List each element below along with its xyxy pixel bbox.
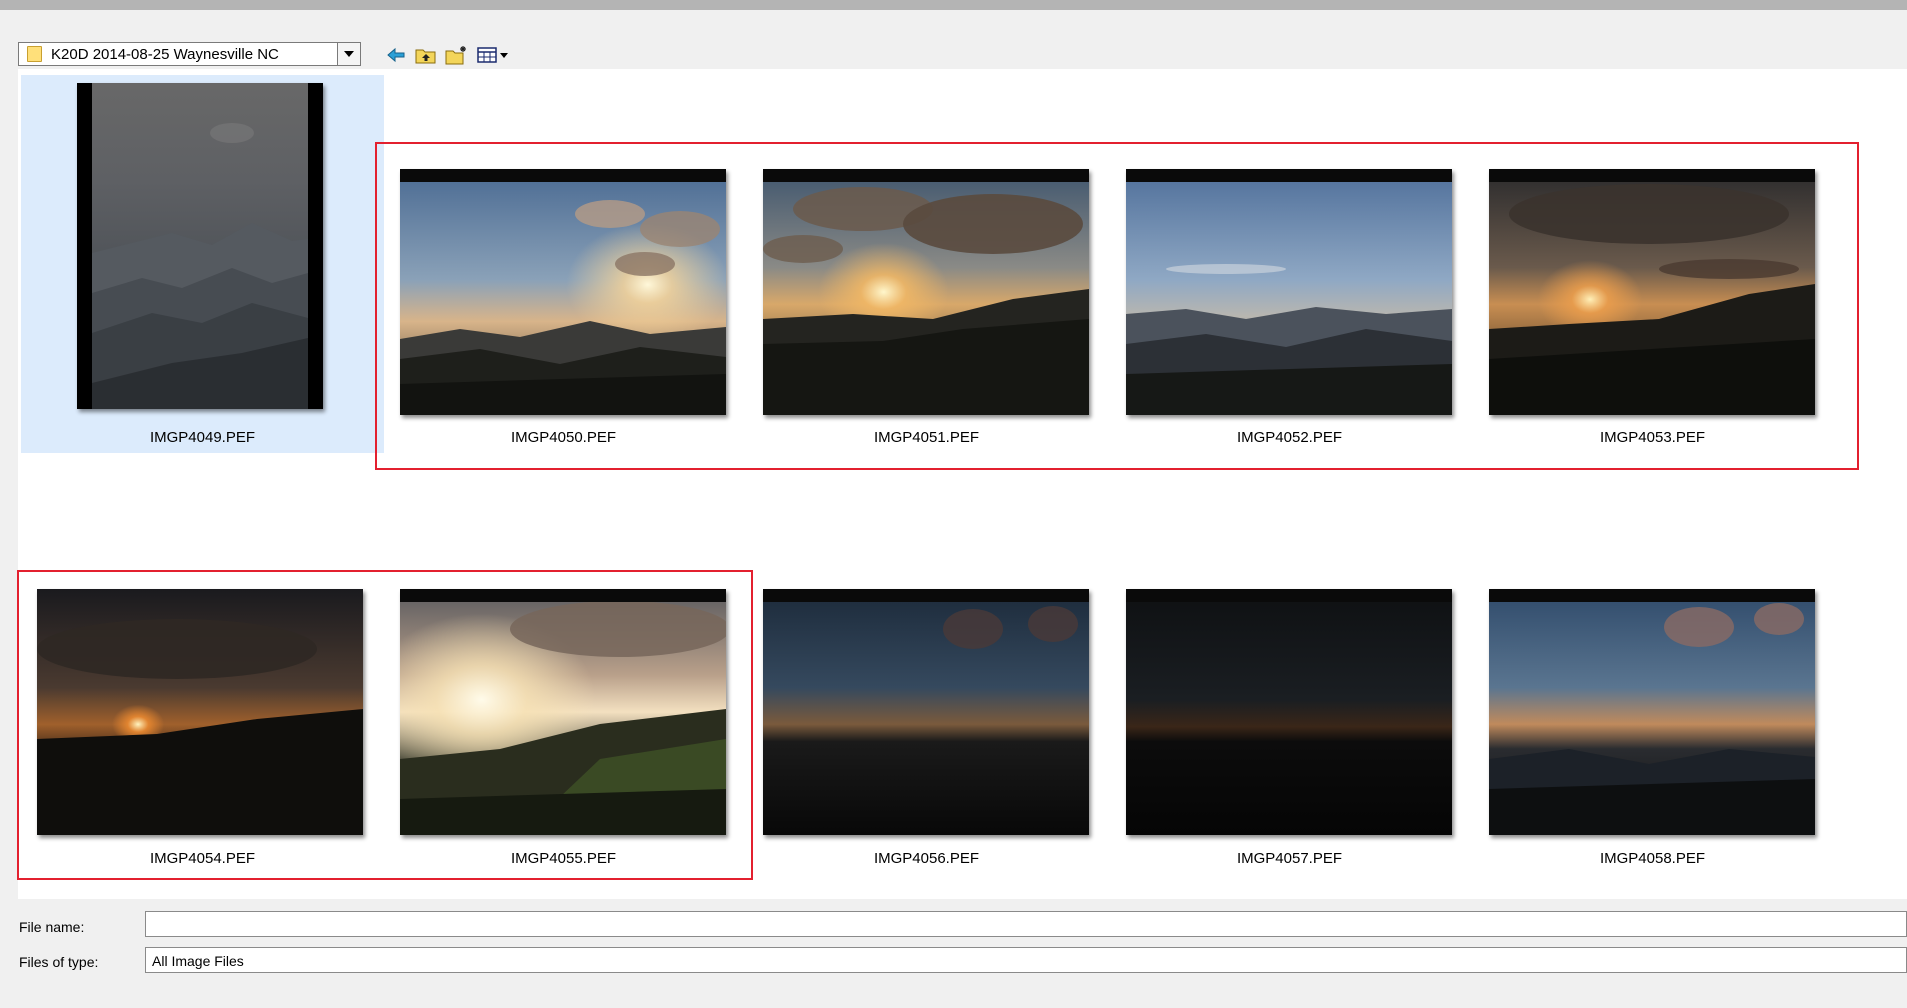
thumbnail-item[interactable]: IMGP4054.PEF bbox=[21, 496, 384, 874]
thumbnail-image bbox=[763, 169, 1089, 415]
toolbar: K20D 2014-08-25 Waynesville NC bbox=[0, 10, 1907, 69]
thumbnail-item[interactable]: IMGP4056.PEF bbox=[745, 496, 1108, 874]
new-folder-button[interactable] bbox=[444, 43, 470, 67]
thumbnail-image bbox=[1489, 169, 1815, 415]
file-name-label: IMGP4051.PEF bbox=[873, 429, 980, 446]
file-type-select[interactable]: All Image Files bbox=[145, 947, 1907, 973]
folder-icon bbox=[27, 46, 42, 62]
folder-dropdown[interactable]: K20D 2014-08-25 Waynesville NC bbox=[18, 42, 361, 66]
file-form: File name: Files of type: All Image File… bbox=[0, 899, 1907, 1008]
view-menu-icon bbox=[477, 47, 508, 63]
thumbnail-image bbox=[1489, 589, 1815, 835]
thumbnail-image bbox=[1126, 169, 1452, 415]
thumbnail-item[interactable]: IMGP4058.PEF bbox=[1471, 496, 1834, 874]
file-name-label: IMGP4052.PEF bbox=[1236, 429, 1343, 446]
thumbnail-item[interactable]: IMGP4052.PEF bbox=[1108, 75, 1471, 453]
frame-bar bbox=[763, 589, 1089, 602]
file-name-label: IMGP4053.PEF bbox=[1599, 429, 1706, 446]
file-name-label: IMGP4050.PEF bbox=[510, 429, 617, 446]
file-name-label: IMGP4054.PEF bbox=[149, 850, 256, 867]
frame-bar bbox=[400, 169, 726, 182]
new-folder-icon bbox=[445, 46, 466, 65]
thumbnail-item[interactable]: IMGP4051.PEF bbox=[745, 75, 1108, 453]
dropdown-button[interactable] bbox=[337, 43, 360, 65]
back-arrow-icon bbox=[387, 47, 405, 63]
file-type-field-label: Files of type: bbox=[19, 954, 99, 970]
file-name-label: IMGP4058.PEF bbox=[1599, 850, 1706, 867]
view-menu-button[interactable] bbox=[476, 43, 512, 67]
file-name-field[interactable] bbox=[145, 911, 1907, 937]
back-button[interactable] bbox=[383, 43, 409, 67]
frame-bar bbox=[1489, 589, 1815, 602]
window-top-border bbox=[0, 0, 1907, 10]
file-name-label: IMGP4057.PEF bbox=[1236, 850, 1343, 867]
thumbnail-item[interactable]: IMGP4049.PEF bbox=[21, 75, 384, 453]
frame-bar bbox=[1126, 589, 1452, 602]
file-name-field-label: File name: bbox=[19, 919, 85, 935]
thumbnail-image bbox=[400, 589, 726, 835]
thumbnail-item[interactable]: IMGP4053.PEF bbox=[1471, 75, 1834, 453]
thumbnail-image bbox=[763, 589, 1089, 835]
thumbnail-image bbox=[1126, 589, 1452, 835]
file-name-label: IMGP4056.PEF bbox=[873, 850, 980, 867]
folder-name: K20D 2014-08-25 Waynesville NC bbox=[51, 46, 279, 63]
chevron-down-icon bbox=[344, 51, 354, 57]
thumbnail-image bbox=[400, 169, 726, 415]
thumbnail-image bbox=[77, 83, 323, 409]
thumbnail-item[interactable]: IMGP4055.PEF bbox=[382, 496, 745, 874]
thumbnail-image bbox=[37, 589, 363, 835]
thumbnail-item[interactable]: IMGP4057.PEF bbox=[1108, 496, 1471, 874]
file-name-label: IMGP4049.PEF bbox=[149, 429, 256, 446]
frame-bar bbox=[1489, 169, 1815, 182]
up-folder-button[interactable] bbox=[413, 43, 439, 67]
file-name-label: IMGP4055.PEF bbox=[510, 850, 617, 867]
thumbnail-view[interactable]: IMGP4049.PEF IMGP4050.PEF IMGP4051.PEF I… bbox=[17, 69, 1907, 899]
frame-bar bbox=[400, 589, 726, 602]
up-folder-icon bbox=[415, 49, 436, 64]
frame-bar bbox=[1126, 169, 1452, 182]
thumbnail-item[interactable]: IMGP4050.PEF bbox=[382, 75, 745, 453]
frame-bar bbox=[763, 169, 1089, 182]
